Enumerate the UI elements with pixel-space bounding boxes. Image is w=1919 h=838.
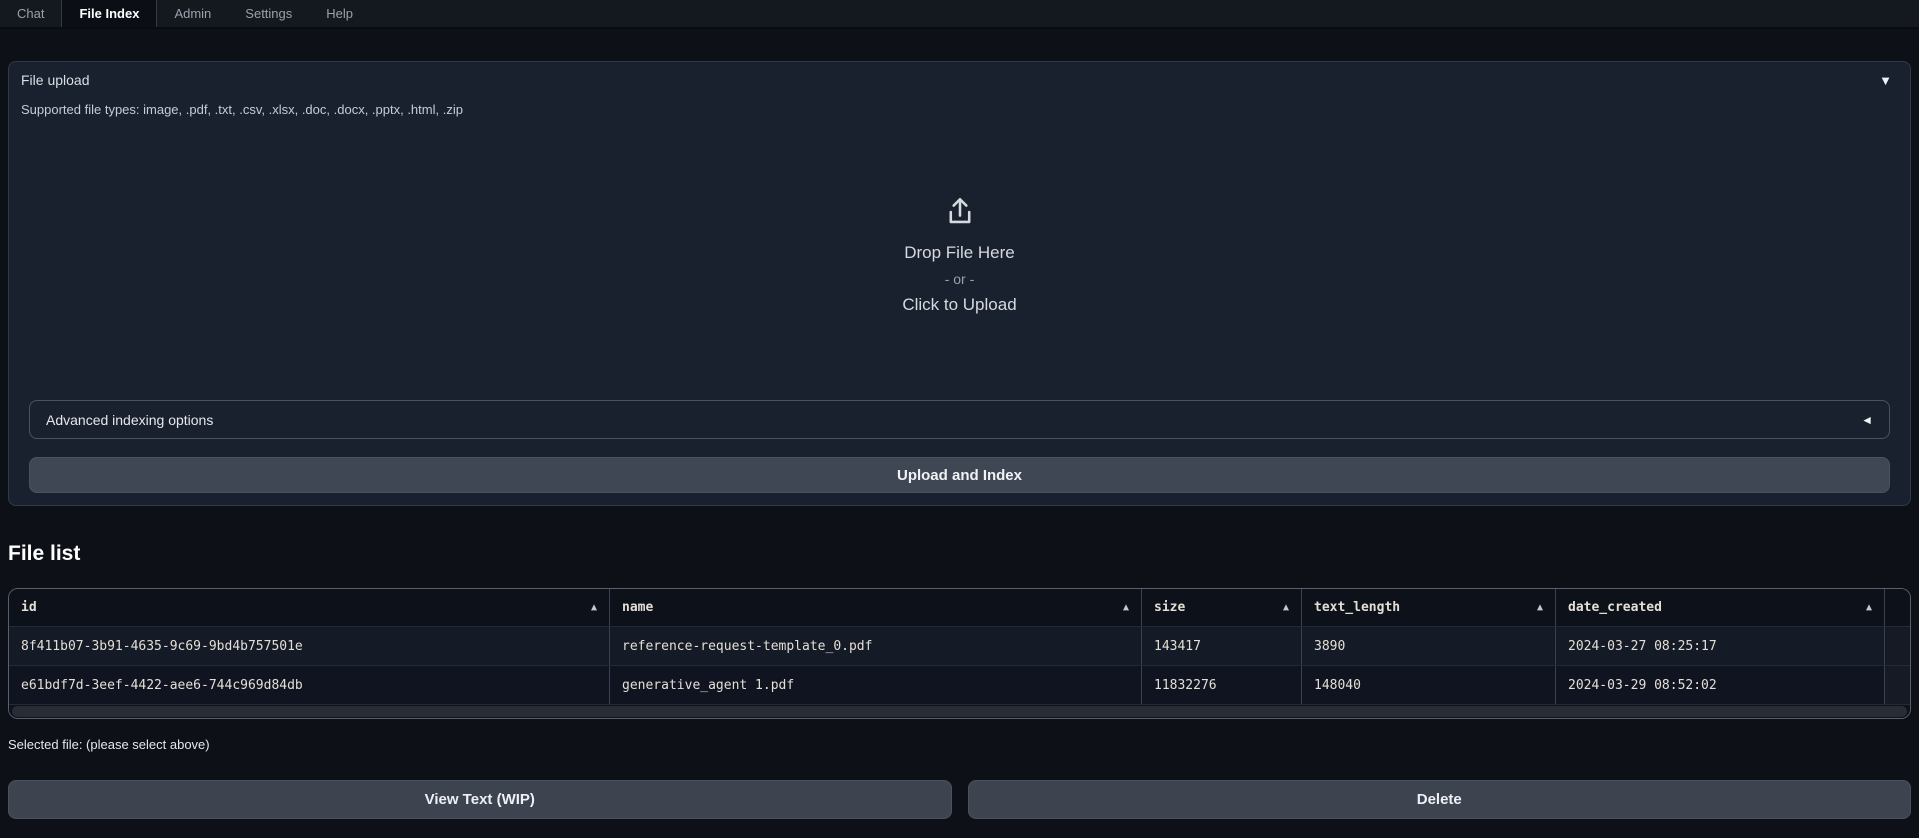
selected-file-status: Selected file: (please select above)	[8, 737, 1911, 752]
column-header-size[interactable]: size ▲	[1142, 589, 1302, 626]
column-header-name[interactable]: name ▲	[610, 589, 1142, 626]
advanced-indexing-options-label: Advanced indexing options	[46, 412, 213, 428]
cell-text-length[interactable]: 148040	[1302, 666, 1556, 704]
delete-button[interactable]: Delete	[968, 780, 1912, 819]
column-label: id	[21, 600, 37, 615]
table-row[interactable]: e61bdf7d-3eef-4422-aee6-744c969d84db gen…	[9, 665, 1910, 704]
cell-name[interactable]: reference-request-template_0.pdf	[610, 627, 1142, 665]
column-label: name	[622, 600, 653, 615]
tab-help[interactable]: Help	[309, 0, 370, 27]
column-header-id[interactable]: id ▲	[9, 589, 610, 626]
sort-arrow-icon: ▲	[1537, 602, 1543, 613]
table-header-row: id ▲ name ▲ size ▲ text_length ▲ date_cr…	[9, 589, 1910, 626]
cell-text-length[interactable]: 3890	[1302, 627, 1556, 665]
table-scrollbar-gutter[interactable]	[1885, 627, 1910, 665]
app-window: Chat File Index Admin Settings Help File…	[0, 0, 1919, 838]
file-index-page: File upload ▼ Supported file types: imag…	[0, 61, 1919, 819]
cell-name[interactable]: generative_agent 1.pdf	[610, 666, 1142, 704]
accordion-collapsed-arrow-icon: ◄	[1861, 413, 1873, 427]
tab-admin[interactable]: Admin	[157, 0, 228, 27]
column-label: size	[1154, 600, 1185, 615]
drop-file-here-text: Drop File Here	[904, 243, 1015, 263]
sort-arrow-icon: ▲	[1283, 602, 1289, 613]
advanced-indexing-options-accordion[interactable]: Advanced indexing options ◄	[29, 400, 1890, 439]
table-scrollbar-gutter[interactable]	[1885, 666, 1910, 704]
horizontal-scrollbar-thumb[interactable]	[12, 706, 1907, 717]
upload-icon	[943, 195, 977, 229]
action-buttons-row: View Text (WIP) Delete	[8, 780, 1911, 819]
column-header-text-length[interactable]: text_length ▲	[1302, 589, 1556, 626]
cell-size[interactable]: 11832276	[1142, 666, 1302, 704]
file-list-title: File list	[8, 542, 1911, 566]
supported-file-types-text: Supported file types: image, .pdf, .txt,…	[21, 102, 1898, 117]
or-text: - or -	[945, 271, 975, 287]
sort-arrow-icon: ▲	[1123, 602, 1129, 613]
file-table: id ▲ name ▲ size ▲ text_length ▲ date_cr…	[8, 588, 1911, 719]
file-dropzone[interactable]: Drop File Here - or - Click to Upload	[21, 117, 1898, 392]
file-upload-panel: File upload ▼ Supported file types: imag…	[8, 61, 1911, 506]
cell-size[interactable]: 143417	[1142, 627, 1302, 665]
tab-chat[interactable]: Chat	[0, 0, 61, 27]
tab-file-index[interactable]: File Index	[61, 0, 157, 27]
file-upload-accordion-header[interactable]: File upload ▼	[21, 72, 1898, 89]
cell-date-created[interactable]: 2024-03-27 08:25:17	[1556, 627, 1885, 665]
view-text-button[interactable]: View Text (WIP)	[8, 780, 952, 819]
sort-arrow-icon: ▲	[591, 602, 597, 613]
column-label: date_created	[1568, 600, 1662, 615]
cell-date-created[interactable]: 2024-03-29 08:52:02	[1556, 666, 1885, 704]
cell-id[interactable]: 8f411b07-3b91-4635-9c69-9bd4b757501e	[9, 627, 610, 665]
tab-settings[interactable]: Settings	[228, 0, 309, 27]
tab-bar: Chat File Index Admin Settings Help	[0, 0, 1919, 29]
file-upload-title: File upload	[21, 72, 90, 88]
collapse-arrow-icon[interactable]: ▼	[1879, 73, 1898, 88]
cell-id[interactable]: e61bdf7d-3eef-4422-aee6-744c969d84db	[9, 666, 610, 704]
table-row[interactable]: 8f411b07-3b91-4635-9c69-9bd4b757501e ref…	[9, 626, 1910, 665]
sort-arrow-icon: ▲	[1866, 602, 1872, 613]
table-scrollbar-gutter[interactable]	[1885, 589, 1910, 626]
upload-and-index-button[interactable]: Upload and Index	[29, 457, 1890, 493]
click-to-upload-text: Click to Upload	[902, 295, 1016, 315]
column-header-date-created[interactable]: date_created ▲	[1556, 589, 1885, 626]
column-label: text_length	[1314, 600, 1400, 615]
horizontal-scrollbar[interactable]	[9, 704, 1910, 718]
